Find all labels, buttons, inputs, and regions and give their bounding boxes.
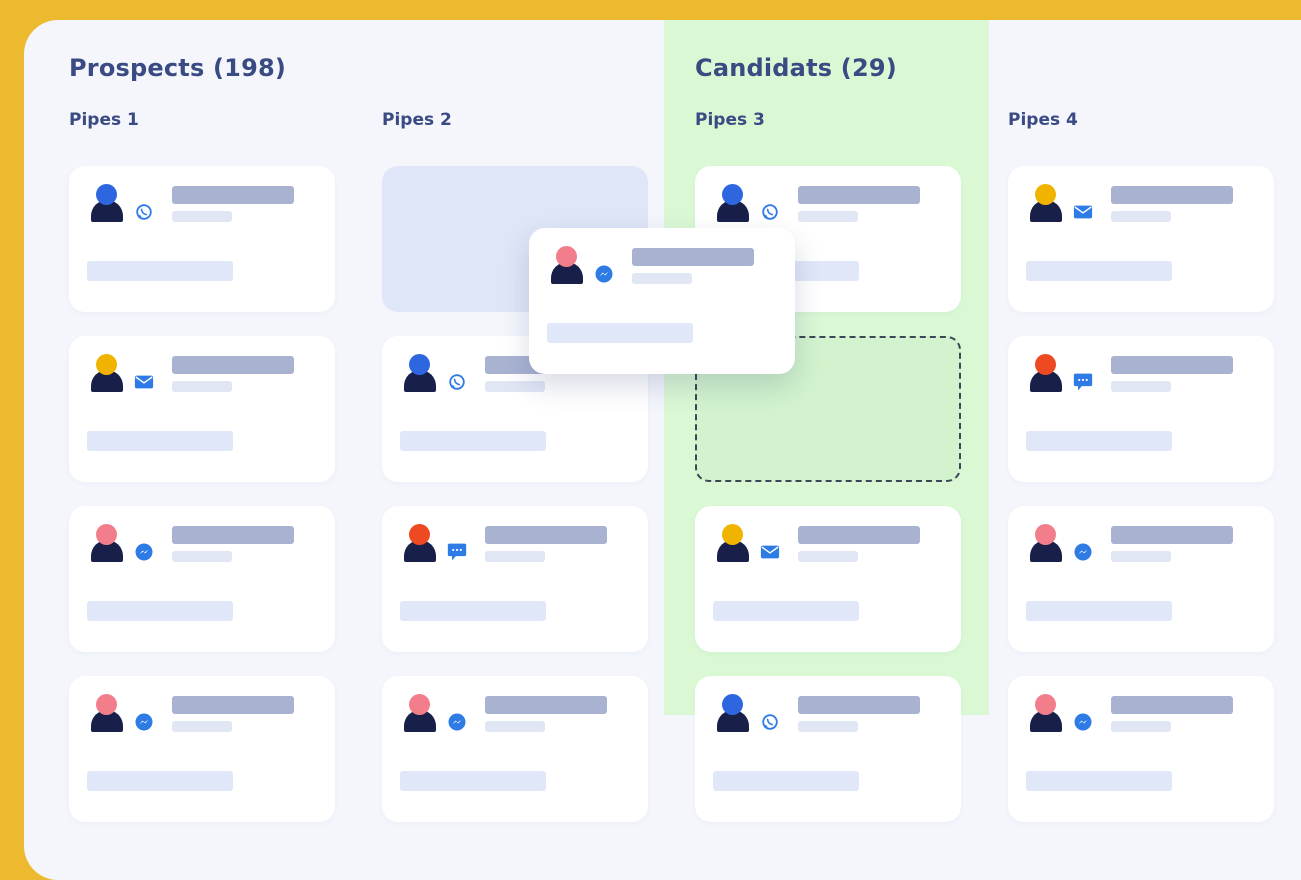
mail-icon (134, 373, 154, 391)
pipe-4-title: Pipes 4 (1008, 110, 1078, 130)
placeholder-bar-title (798, 186, 920, 204)
avatar-icon (1026, 184, 1066, 224)
avatar-icon (713, 694, 753, 734)
messenger-icon (594, 265, 614, 283)
placeholder-bar-sub (172, 551, 232, 562)
avatar-icon (87, 694, 127, 734)
avatar-icon (87, 354, 127, 394)
avatar-icon (87, 524, 127, 564)
avatar-icon (87, 184, 127, 224)
avatar-icon (400, 524, 440, 564)
mail-icon (760, 543, 780, 561)
placeholder-bar-sub (1111, 211, 1171, 222)
contact-card[interactable] (69, 676, 335, 822)
messenger-icon (447, 713, 467, 731)
messenger-icon (1073, 543, 1093, 561)
contact-card[interactable] (695, 506, 961, 652)
contact-card[interactable] (1008, 336, 1274, 482)
messenger-icon (134, 543, 154, 561)
pipe-3-title: Pipes 3 (695, 110, 765, 130)
chat-icon (447, 543, 467, 561)
whatsapp-icon (134, 203, 154, 221)
placeholder-bar-title (172, 356, 294, 374)
placeholder-bar-body (400, 771, 546, 791)
placeholder-bar-title (485, 696, 607, 714)
contact-card[interactable] (382, 506, 648, 652)
placeholder-bar-sub (798, 551, 858, 562)
placeholder-bar-sub (172, 211, 232, 222)
placeholder-bar-title (798, 696, 920, 714)
placeholder-bar-body (1026, 601, 1172, 621)
placeholder-bar-title (1111, 356, 1233, 374)
placeholder-bar-body (1026, 771, 1172, 791)
contact-card[interactable] (69, 506, 335, 652)
placeholder-bar-body (87, 261, 233, 281)
placeholder-bar-sub (485, 721, 545, 732)
avatar-icon (547, 246, 587, 286)
placeholder-bar-title (1111, 186, 1233, 204)
placeholder-bar-title (632, 248, 754, 266)
prospects-group-title: Prospects (198) (69, 54, 287, 82)
chat-icon (1073, 373, 1093, 391)
candidats-group-title: Candidats (29) (695, 54, 897, 82)
avatar-icon (400, 694, 440, 734)
contact-card[interactable] (1008, 676, 1274, 822)
placeholder-bar-body (87, 431, 233, 451)
placeholder-bar-sub (1111, 551, 1171, 562)
placeholder-bar-sub (172, 721, 232, 732)
placeholder-bar-sub (485, 381, 545, 392)
placeholder-bar-sub (1111, 381, 1171, 392)
avatar-icon (713, 184, 753, 224)
avatar-icon (1026, 354, 1066, 394)
placeholder-bar-body (400, 431, 546, 451)
placeholder-bar-body (547, 323, 693, 343)
contact-card[interactable] (69, 336, 335, 482)
whatsapp-icon (760, 203, 780, 221)
contact-card[interactable] (1008, 166, 1274, 312)
contact-card[interactable] (69, 166, 335, 312)
contact-card[interactable] (382, 676, 648, 822)
placeholder-bar-sub (632, 273, 692, 284)
mail-icon (1073, 203, 1093, 221)
placeholder-bar-title (485, 526, 607, 544)
placeholder-bar-sub (1111, 721, 1171, 732)
placeholder-bar-title (172, 526, 294, 544)
contact-card[interactable] (695, 676, 961, 822)
placeholder-bar-title (172, 186, 294, 204)
placeholder-bar-body (1026, 261, 1172, 281)
whatsapp-icon (447, 373, 467, 391)
placeholder-bar-sub (798, 211, 858, 222)
messenger-icon (1073, 713, 1093, 731)
placeholder-bar-body (713, 771, 859, 791)
avatar-icon (1026, 694, 1066, 734)
avatar-icon (400, 354, 440, 394)
placeholder-bar-sub (172, 381, 232, 392)
avatar-icon (1026, 524, 1066, 564)
messenger-icon (134, 713, 154, 731)
placeholder-bar-title (798, 526, 920, 544)
placeholder-bar-sub (485, 551, 545, 562)
placeholder-bar-body (1026, 431, 1172, 451)
contact-card[interactable] (1008, 506, 1274, 652)
placeholder-bar-body (400, 601, 546, 621)
placeholder-bar-title (172, 696, 294, 714)
placeholder-bar-title (1111, 526, 1233, 544)
dragged-contact-card[interactable] (529, 228, 795, 374)
kanban-board: Prospects (198) Candidats (29) Pipes 1 P… (24, 20, 1301, 880)
whatsapp-icon (760, 713, 780, 731)
pipe-1-title: Pipes 1 (69, 110, 139, 130)
avatar-icon (713, 524, 753, 564)
placeholder-bar-body (87, 771, 233, 791)
placeholder-bar-sub (798, 721, 858, 732)
pipe-2-title: Pipes 2 (382, 110, 452, 130)
placeholder-bar-title (1111, 696, 1233, 714)
placeholder-bar-body (713, 601, 859, 621)
placeholder-bar-body (87, 601, 233, 621)
